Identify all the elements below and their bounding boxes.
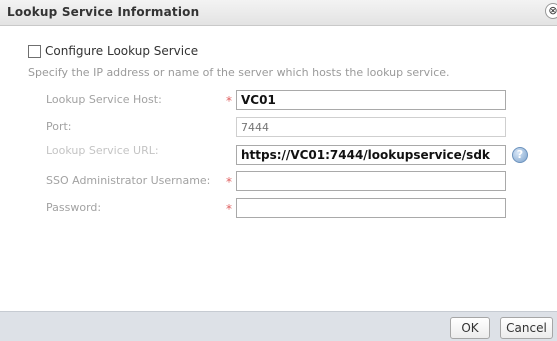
sso-username-label: SSO Administrator Username: <box>46 174 211 187</box>
url-input[interactable] <box>236 145 506 165</box>
port-input[interactable] <box>236 117 506 137</box>
lookup-description: Specify the IP address or name of the se… <box>28 66 450 79</box>
lookup-service-dialog: Lookup Service Information ⊗ Configure L… <box>0 0 557 341</box>
close-icon[interactable]: ⊗ <box>545 3 557 19</box>
configure-lookup-checkbox[interactable] <box>28 45 41 58</box>
ok-button[interactable]: OK <box>450 317 490 339</box>
dialog-title: Lookup Service Information <box>7 5 200 19</box>
sso-username-required-marker: * <box>226 175 232 189</box>
url-label: Lookup Service URL: <box>46 144 159 157</box>
password-input[interactable] <box>236 198 506 218</box>
host-label: Lookup Service Host: <box>46 93 162 106</box>
dialog-titlebar: Lookup Service Information ⊗ <box>0 0 557 26</box>
dialog-footer: OK Cancel <box>0 311 557 341</box>
configure-lookup-label[interactable]: Configure Lookup Service <box>45 44 198 58</box>
password-label: Password: <box>46 201 102 214</box>
host-input[interactable] <box>236 90 506 110</box>
cancel-button[interactable]: Cancel <box>500 317 553 339</box>
port-label: Port: <box>46 120 72 133</box>
sso-username-input[interactable] <box>236 171 506 191</box>
host-required-marker: * <box>226 94 232 108</box>
password-required-marker: * <box>226 202 232 216</box>
help-icon[interactable]: ? <box>512 147 528 163</box>
